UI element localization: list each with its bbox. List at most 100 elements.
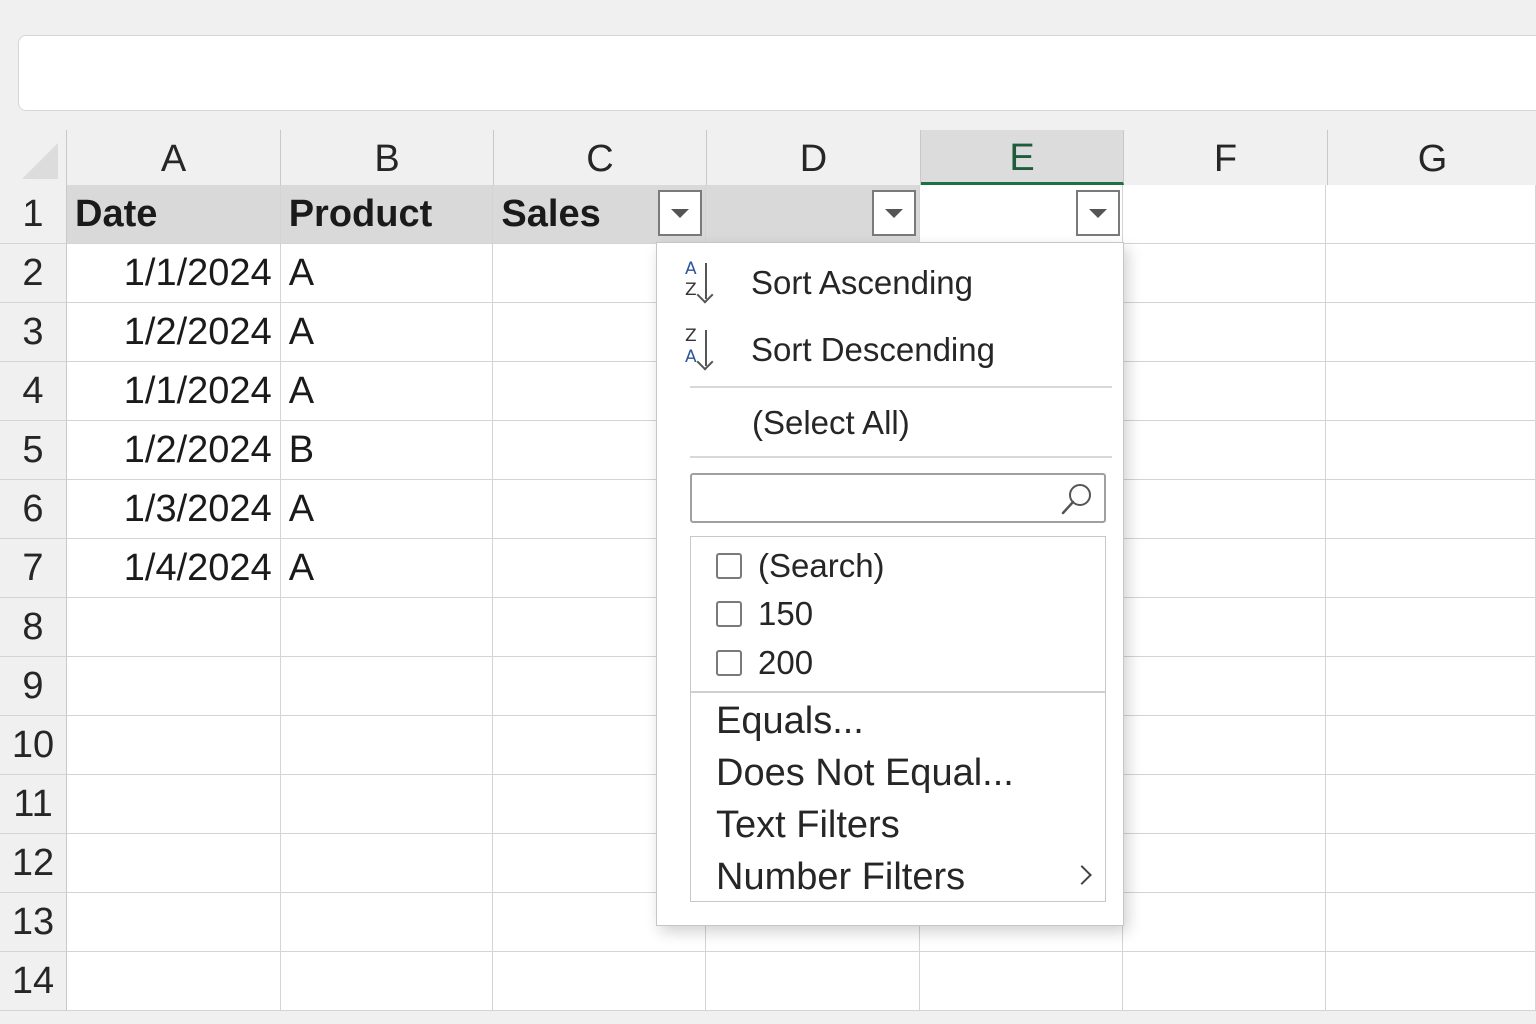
cell-f4[interactable] [1122, 362, 1327, 421]
cell[interactable] [280, 598, 494, 657]
row-header[interactable]: 9 [0, 657, 67, 716]
cell-b1[interactable]: Product [280, 185, 494, 244]
cell-f7[interactable] [1122, 539, 1327, 598]
row-header[interactable]: 12 [0, 834, 67, 893]
cell[interactable] [1122, 598, 1327, 657]
cell[interactable] [1122, 775, 1327, 834]
cell[interactable] [493, 952, 707, 1011]
cell-g1[interactable] [1326, 185, 1536, 244]
cell[interactable] [1122, 716, 1327, 775]
cell[interactable] [706, 952, 920, 1011]
cell-a3[interactable]: 1/2/2024 [67, 303, 281, 362]
formula-bar[interactable] [18, 35, 1536, 111]
checkbox[interactable] [716, 601, 742, 627]
cell-b2[interactable]: A [280, 244, 494, 303]
cell-a7[interactable]: 1/4/2024 [67, 539, 281, 598]
cell[interactable] [67, 657, 281, 716]
cell[interactable] [1326, 716, 1536, 775]
cell-b5[interactable]: B [280, 421, 494, 480]
cell-d1[interactable] [706, 185, 920, 244]
cell[interactable] [280, 775, 494, 834]
column-header-g[interactable]: G [1328, 130, 1536, 185]
cell-a2[interactable]: 1/1/2024 [67, 244, 281, 303]
filter-value-item[interactable]: 150 [716, 592, 813, 636]
cell[interactable] [1122, 834, 1327, 893]
row-header[interactable]: 13 [0, 893, 67, 952]
cell[interactable] [67, 775, 281, 834]
cell-b6[interactable]: A [280, 480, 494, 539]
cell-g3[interactable] [1326, 303, 1536, 362]
cell[interactable] [1326, 834, 1536, 893]
row-header[interactable]: 10 [0, 716, 67, 775]
cell[interactable] [1326, 657, 1536, 716]
cell[interactable] [67, 598, 281, 657]
cell[interactable] [919, 952, 1123, 1011]
row-header[interactable]: 7 [0, 539, 67, 598]
cell[interactable] [1122, 893, 1327, 952]
cell-f6[interactable] [1122, 480, 1327, 539]
column-header-c[interactable]: C [494, 130, 707, 185]
row-header[interactable]: 11 [0, 775, 67, 834]
cell[interactable] [1326, 952, 1536, 1011]
cell[interactable] [1122, 657, 1327, 716]
cell[interactable] [280, 952, 494, 1011]
checkbox[interactable] [716, 650, 742, 676]
cell-f1[interactable] [1122, 185, 1327, 244]
column-header-d[interactable]: D [707, 130, 921, 185]
column-header-f[interactable]: F [1124, 130, 1328, 185]
cell[interactable] [67, 893, 281, 952]
cell-g4[interactable] [1326, 362, 1536, 421]
cell[interactable] [280, 893, 494, 952]
cell-g6[interactable] [1326, 480, 1536, 539]
column-header-a[interactable]: A [67, 130, 281, 185]
row-header[interactable]: 8 [0, 598, 67, 657]
cell-b7[interactable]: A [280, 539, 494, 598]
filter-dropdown-button-d[interactable] [871, 190, 916, 236]
cell-g2[interactable] [1326, 244, 1536, 303]
text-filters-option[interactable]: Text Filters [716, 800, 1101, 850]
cell[interactable] [1122, 952, 1327, 1011]
cell-g7[interactable] [1326, 539, 1536, 598]
filter-dropdown-button-e[interactable] [1075, 190, 1120, 236]
column-header-e[interactable]: E [921, 130, 1124, 185]
cell[interactable] [1326, 598, 1536, 657]
cell-a4[interactable]: 1/1/2024 [67, 362, 281, 421]
cell[interactable] [280, 834, 494, 893]
does-not-equal-option[interactable]: Does Not Equal... [716, 748, 1101, 798]
filter-search-input[interactable] [700, 476, 1054, 520]
cell-a5[interactable]: 1/2/2024 [67, 421, 281, 480]
cell-e1[interactable] [919, 185, 1123, 244]
row-header[interactable]: 14 [0, 952, 67, 1011]
cell[interactable] [280, 657, 494, 716]
cell[interactable] [1326, 893, 1536, 952]
number-filters-option[interactable]: Number Filters [716, 852, 1101, 902]
filter-value-item[interactable]: (Search) [716, 544, 885, 588]
row-header[interactable]: 4 [0, 362, 67, 421]
cell-b4[interactable]: A [280, 362, 494, 421]
equals-option[interactable]: Equals... [716, 696, 1101, 746]
cell[interactable] [1326, 775, 1536, 834]
row-header[interactable]: 1 [0, 185, 67, 244]
cell-a6[interactable]: 1/3/2024 [67, 480, 281, 539]
cell-a1[interactable]: Date [67, 185, 281, 244]
cell-f3[interactable] [1122, 303, 1327, 362]
cell-f2[interactable] [1122, 244, 1327, 303]
checkbox[interactable] [716, 553, 742, 579]
row-header[interactable]: 2 [0, 244, 67, 303]
sort-ascending-item[interactable]: A Z Sort Ascending [657, 255, 1123, 311]
cell-c1[interactable]: Sales [493, 185, 707, 244]
select-all-corner[interactable] [0, 130, 67, 185]
cell-g5[interactable] [1326, 421, 1536, 480]
column-header-b[interactable]: B [281, 130, 494, 185]
filter-value-item[interactable]: 200 [716, 641, 813, 685]
select-all-item[interactable]: (Select All) [657, 395, 1123, 451]
row-header[interactable]: 3 [0, 303, 67, 362]
filter-dropdown-button-c[interactable] [658, 190, 703, 236]
cell[interactable] [280, 716, 494, 775]
cell-f5[interactable] [1122, 421, 1327, 480]
cell[interactable] [67, 834, 281, 893]
row-header[interactable]: 5 [0, 421, 67, 480]
cell[interactable] [67, 952, 281, 1011]
cell[interactable] [67, 716, 281, 775]
row-header[interactable]: 6 [0, 480, 67, 539]
